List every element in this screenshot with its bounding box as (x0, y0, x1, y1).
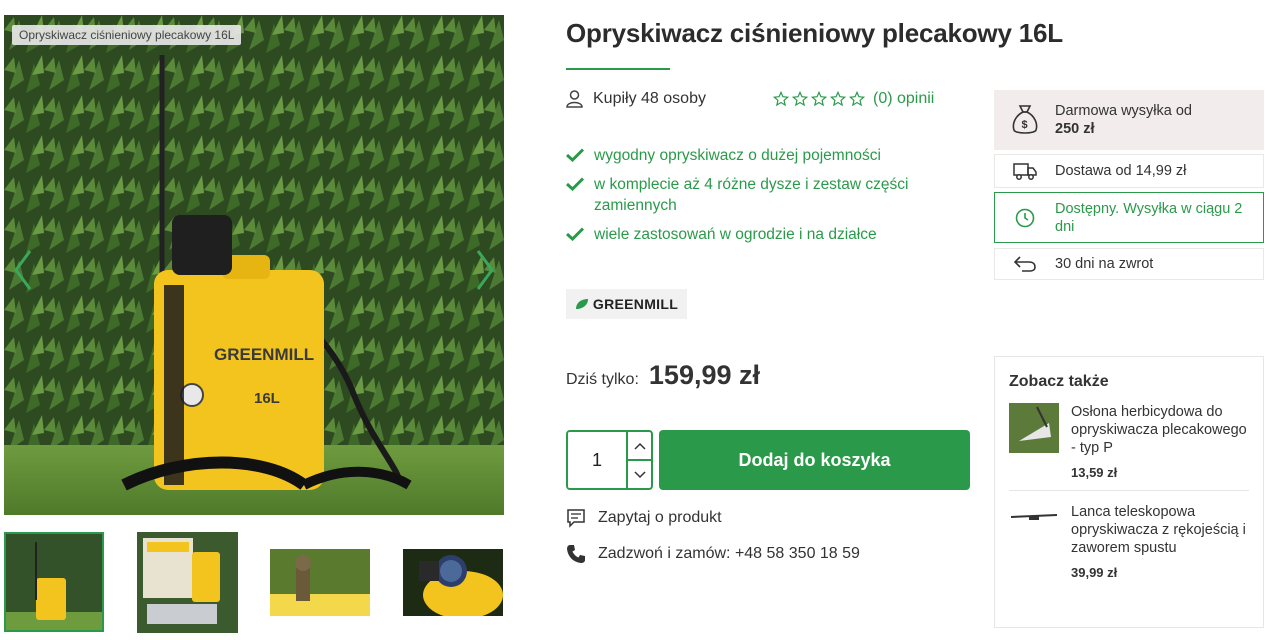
feature-list: wygodny opryskiwacz o dużej pojemności w… (566, 145, 946, 253)
add-to-cart-button[interactable]: Dodaj do koszyka (659, 430, 970, 490)
image-caption: Opryskiwacz ciśnieniowy plecakowy 16L (12, 25, 242, 45)
related-product[interactable]: Lanca teleskopowa opryskiwacza z rękojeś… (1009, 490, 1249, 590)
thumbnail-image (6, 534, 102, 630)
free-shipping-threshold: 250 zł (1055, 121, 1095, 137)
next-image-arrow[interactable] (470, 245, 500, 295)
quantity-stepper (566, 430, 653, 490)
brand-name: GREENMILL (592, 296, 679, 312)
related-product-photo (1009, 403, 1059, 453)
truck-icon (1013, 163, 1037, 180)
thumbnail-3[interactable] (270, 549, 370, 616)
call-order-text: Zadzwoń i zamów: +48 58 350 18 59 (598, 545, 860, 562)
quantity-input[interactable] (568, 432, 626, 488)
rating-count: (0) opinii (873, 90, 935, 107)
related-product-price: 13,59 zł (1071, 465, 1118, 480)
chevron-right-icon (476, 250, 494, 290)
feature-item: wiele zastosowań w ogrodzie i na działce (566, 224, 946, 245)
clock-icon (1015, 208, 1035, 227)
thumbnail-1[interactable] (4, 532, 104, 632)
thumbnail-image (270, 549, 370, 616)
returns-box: 30 dni na zwrot (994, 248, 1264, 280)
rating-link[interactable]: (0) opinii (773, 90, 934, 108)
feature-text: wygodny opryskiwacz o dużej pojemności (594, 147, 881, 164)
feature-text: w komplecie aż 4 różne dysze i zestaw cz… (594, 176, 909, 214)
product-photo: GREENMILL 16L (4, 15, 504, 515)
chevron-left-icon (14, 250, 32, 290)
prev-image-arrow[interactable] (8, 245, 38, 295)
product-title: Opryskiwacz ciśnieniowy plecakowy 16L (566, 18, 1063, 48)
related-product[interactable]: Osłona herbicydowa do opryskiwacza pleca… (1009, 399, 1249, 490)
related-product-name: Lanca teleskopowa opryskiwacza z rękojeś… (1071, 504, 1246, 556)
feature-text: wiele zastosowań w ogrodzie i na działce (594, 226, 877, 243)
availability-box: Dostępny. Wysyłka w ciągu 2 dni (994, 192, 1264, 243)
return-arrow-icon (1014, 256, 1036, 272)
buyers-text: Kupiły 48 osoby (593, 90, 706, 107)
chevron-down-icon (633, 470, 646, 478)
leaf-icon (575, 299, 588, 309)
checkmark-icon (566, 148, 584, 162)
delivery-cost-box: Dostawa od 14,99 zł (994, 154, 1264, 188)
thumbnail-image (403, 549, 503, 616)
checkmark-icon (566, 227, 584, 241)
user-icon (566, 90, 583, 108)
star-icon (811, 91, 827, 107)
star-icon (792, 91, 808, 107)
call-order-link[interactable]: Zadzwoń i zamów: +48 58 350 18 59 (566, 544, 860, 564)
tank-size-label: 16L (254, 390, 280, 407)
title-underline (566, 68, 670, 70)
feature-item: w komplecie aż 4 różne dysze i zestaw cz… (566, 174, 946, 216)
brand-logo[interactable]: GREENMILL (566, 289, 687, 319)
thumbnail-2[interactable] (137, 532, 238, 633)
star-icon (830, 91, 846, 107)
related-product-name: Osłona herbicydowa do opryskiwacza pleca… (1071, 404, 1247, 456)
price-block: Dziś tylko: 159,99 zł (566, 360, 760, 391)
phone-icon (567, 545, 585, 563)
ask-product-text: Zapytaj o produkt (598, 509, 722, 526)
money-bag-icon: $ (1012, 105, 1038, 134)
delivery-cost-text: Dostawa od 14,99 zł (1055, 163, 1187, 179)
chevron-up-icon (633, 442, 646, 450)
price-value: 159,99 zł (648, 360, 760, 390)
chat-icon (567, 509, 585, 528)
feature-item: wygodny opryskiwacz o dużej pojemności (566, 145, 946, 166)
thumbnail-strip (4, 532, 504, 636)
buyers-count: Kupiły 48 osoby (566, 90, 706, 108)
free-shipping-box: $ Darmowa wysyłka od 250 zł (994, 90, 1264, 150)
related-product-price: 39,99 zł (1071, 565, 1118, 580)
related-product-image (1009, 403, 1059, 453)
tank-brand-label: GREENMILL (214, 345, 314, 364)
price-label: Dziś tylko: (566, 371, 639, 388)
returns-text: 30 dni na zwrot (1055, 256, 1154, 272)
ask-product-link[interactable]: Zapytaj o produkt (566, 508, 722, 528)
quantity-increase-button[interactable] (628, 432, 651, 461)
rating-stars (773, 91, 865, 107)
availability-text: Dostępny. Wysyłka w ciągu 2 dni (1055, 200, 1243, 235)
related-product-photo (1009, 503, 1059, 553)
svg-text:$: $ (1022, 119, 1028, 131)
free-shipping-text: Darmowa wysyłka od (1055, 103, 1192, 119)
quantity-decrease-button[interactable] (628, 461, 651, 488)
star-icon (773, 91, 789, 107)
star-icon (849, 91, 865, 107)
checkmark-icon (566, 177, 584, 191)
see-also-heading: Zobacz także (1009, 373, 1109, 390)
see-also-panel: Zobacz także Osłona herbicydowa do oprys… (994, 356, 1264, 628)
thumbnail-4[interactable] (403, 549, 503, 616)
main-product-image[interactable]: GREENMILL 16L Opryskiwacz ciśnieniowy pl… (4, 15, 504, 515)
related-product-image (1009, 503, 1059, 553)
thumbnail-image (137, 532, 238, 633)
